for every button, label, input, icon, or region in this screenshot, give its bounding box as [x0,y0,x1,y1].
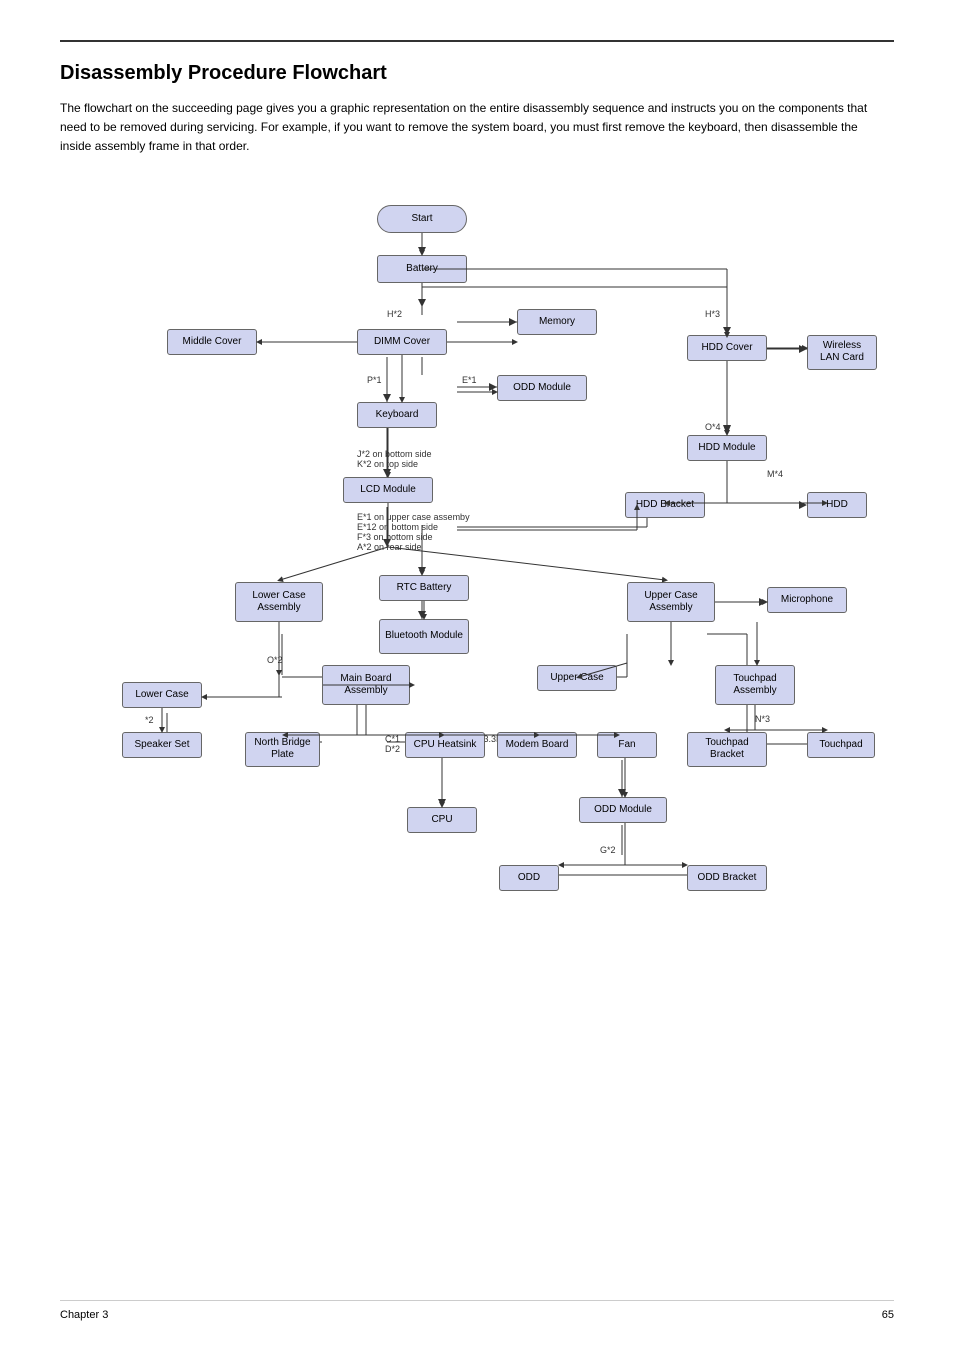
description: The flowchart on the succeeding page giv… [60,99,880,157]
node-lcd-module: LCD Module [343,477,433,503]
node-rtc-battery: RTC Battery [379,575,469,601]
node-keyboard: Keyboard [357,402,437,428]
node-dimm-cover: DIMM Cover [357,329,447,355]
flowchart: Start Battery H*2 Memory H*3 DIMM Cover … [67,187,887,1167]
node-wireless-lan: Wireless LAN Card [807,335,877,370]
node-odd-module-bottom: ODD Module [579,797,667,823]
node-battery: Battery [377,255,467,283]
label-c1d2: C*1D*2 [385,734,400,754]
label-o2-left: O*2 [267,655,283,665]
node-memory: Memory [517,309,597,335]
node-touchpad-assembly: Touchpad Assembly [715,665,795,705]
page-title: Disassembly Procedure Flowchart [60,62,894,85]
node-middle-cover: Middle Cover [167,329,257,355]
node-fan: Fan [597,732,657,758]
node-hdd-module: HDD Module [687,435,767,461]
node-touchpad: Touchpad [807,732,875,758]
node-main-board-assembly: Main Board Assembly [322,665,410,705]
node-touchpad-bracket: Touchpad Bracket [687,732,767,767]
node-hdd-cover: HDD Cover [687,335,767,361]
label-star2: *2 [145,715,154,725]
footer-left: Chapter 3 [60,1309,108,1321]
label-e1: E*1 [462,375,477,385]
node-microphone: Microphone [767,587,847,613]
label-e-notes: E*1 on upper case assembyE*12 on bottom … [357,512,470,552]
node-speaker-set: Speaker Set [122,732,202,758]
label-n3: N*3 [755,714,770,724]
node-lower-case: Lower Case [122,682,202,708]
node-north-bridge: North Bridge Plate [245,732,320,767]
node-cpu-heatsink: CPU Heatsink [405,732,485,758]
node-hdd-bracket: HDD Bracket [625,492,705,518]
node-upper-case: Upper Case [537,665,617,691]
node-modem-board: Modem Board [497,732,577,758]
label-p1: P*1 [367,375,382,385]
page: Disassembly Procedure Flowchart The flow… [0,0,954,1351]
node-cpu: CPU [407,807,477,833]
node-hdd: HDD [807,492,867,518]
label-h3: H*3 [705,309,720,319]
label-o4: O*4 [705,422,721,432]
label-m4: M*4 [767,469,783,479]
node-odd: ODD [499,865,559,891]
label-h2: H*2 [387,309,402,319]
node-odd-bracket: ODD Bracket [687,865,767,891]
node-lower-case-assembly: Lower Case Assembly [235,582,323,622]
label-g2: G*2 [600,845,616,855]
node-bluetooth: Bluetooth Module [379,619,469,654]
label-jk: J*2 on bottom sideK*2 on top side [357,449,432,469]
footer: Chapter 3 65 [60,1300,894,1321]
top-border [60,40,894,42]
node-odd-module-top: ODD Module [497,375,587,401]
node-upper-case-assembly: Upper Case Assembly [627,582,715,622]
footer-right: 65 [882,1309,894,1321]
node-start: Start [377,205,467,233]
